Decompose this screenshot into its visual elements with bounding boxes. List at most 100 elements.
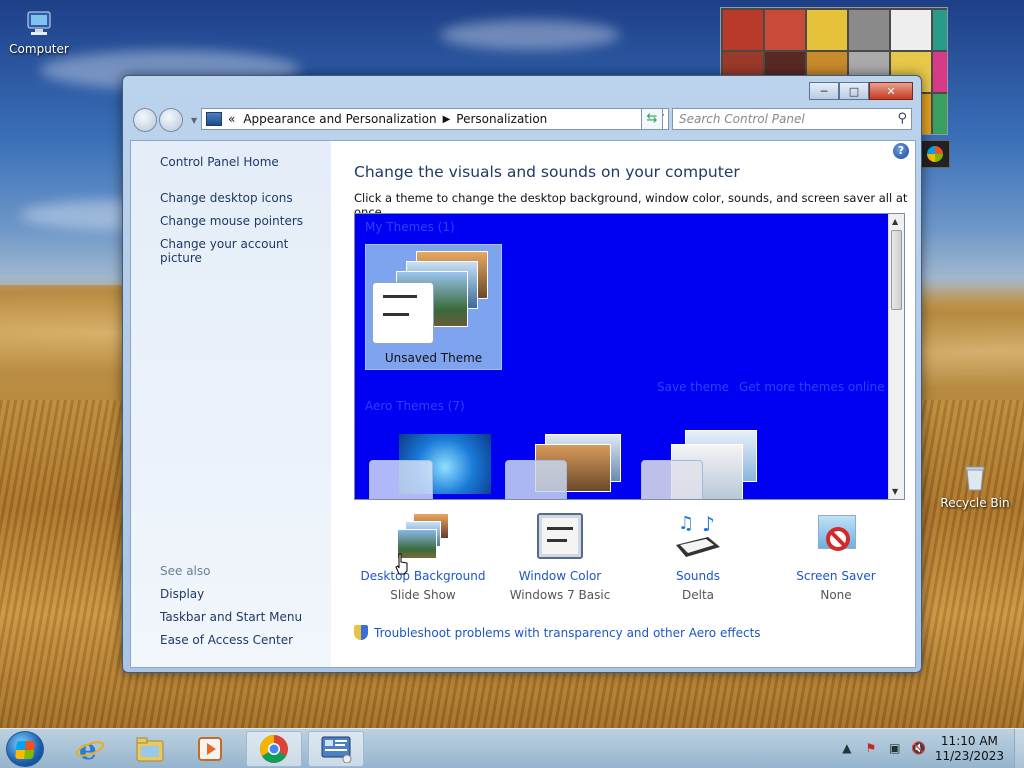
- link-control-panel-home[interactable]: Control Panel Home: [160, 155, 279, 169]
- folder-icon: [136, 737, 164, 762]
- windows-logo-icon: [927, 146, 943, 162]
- breadcrumb-appearance[interactable]: Appearance and Personalization: [243, 112, 436, 126]
- forward-button[interactable]: [159, 108, 183, 132]
- search-icon[interactable]: ⚲: [897, 111, 907, 126]
- option-window-color[interactable]: Window Color Windows 7 Basic: [491, 513, 629, 602]
- breadcrumb-chevron-icon[interactable]: ▶: [443, 114, 451, 125]
- screen-saver-icon: [810, 513, 862, 563]
- network-icon[interactable]: ▣: [887, 741, 903, 757]
- taskbar-internet-explorer[interactable]: e: [62, 731, 118, 767]
- scroll-down-icon[interactable]: ▼: [892, 487, 898, 496]
- desktop-icon-recycle-bin[interactable]: Recycle Bin: [940, 462, 1010, 510]
- taskbar-media-player[interactable]: [182, 731, 238, 767]
- option-value: Slide Show: [390, 588, 456, 602]
- link-taskbar-start-menu[interactable]: Taskbar and Start Menu: [160, 610, 302, 624]
- option-title[interactable]: Desktop Background: [354, 569, 492, 583]
- close-button[interactable]: ✕: [869, 82, 913, 100]
- recycle-bin-icon: [959, 462, 991, 494]
- action-center-icon[interactable]: ⚑: [863, 741, 879, 757]
- option-title[interactable]: Screen Saver: [767, 569, 905, 583]
- uac-shield-icon: [354, 625, 368, 640]
- option-screen-saver[interactable]: Screen Saver None: [767, 513, 905, 602]
- windows-logo-icon: [15, 741, 35, 759]
- theme-window-color-swatch: [372, 282, 434, 344]
- link-change-desktop-icons[interactable]: Change desktop icons: [160, 191, 293, 205]
- svg-text:e: e: [79, 734, 97, 764]
- swatch-bar: [383, 295, 417, 298]
- gadget-tile: [891, 10, 931, 50]
- start-button[interactable]: [6, 731, 44, 767]
- gadget-tile: [765, 10, 805, 50]
- minimize-button[interactable]: ─: [809, 82, 839, 100]
- gadget-tile: [723, 10, 763, 50]
- help-icon[interactable]: ?: [893, 143, 909, 159]
- get-more-themes-link[interactable]: Get more themes online: [739, 380, 885, 394]
- svg-text:♪: ♪: [702, 513, 715, 536]
- theme-options: Desktop Background Slide Show Window Col…: [354, 512, 905, 613]
- windows-logo-gadget[interactable]: [920, 140, 950, 168]
- window-color-icon: [534, 513, 586, 563]
- my-themes-header: My Themes (1): [365, 220, 455, 234]
- search-placeholder: Search Control Panel: [679, 112, 805, 126]
- address-bar[interactable]: « Appearance and Personalization ▶ Perso…: [201, 108, 669, 130]
- link-change-mouse-pointers[interactable]: Change mouse pointers: [160, 214, 303, 228]
- scrollbar-thumb[interactable]: [891, 230, 902, 310]
- option-value: Delta: [681, 588, 714, 602]
- troubleshoot-label[interactable]: Troubleshoot problems with transparency …: [374, 626, 761, 640]
- desktop-icon-computer[interactable]: Computer: [4, 8, 74, 56]
- themes-scrollbar[interactable]: ▲ ▼: [888, 214, 904, 499]
- page-title: Change the visuals and sounds on your co…: [354, 163, 740, 181]
- window-controls: ─ □ ✕: [809, 82, 913, 100]
- option-title[interactable]: Window Color: [491, 569, 629, 583]
- link-change-account-picture[interactable]: Change your account picture: [160, 237, 331, 265]
- taskbar-chrome[interactable]: [246, 731, 302, 767]
- clock-date: 11/23/2023: [934, 749, 1004, 763]
- personalization-window: ─ □ ✕ ▼ « Appearance and Personalization…: [122, 75, 922, 673]
- see-also-heading: See also: [160, 564, 211, 578]
- search-input[interactable]: Search Control Panel ⚲: [672, 108, 912, 130]
- option-value: None: [820, 588, 852, 602]
- system-tray: ▲ ⚑ ▣ 🔇 11:10 AM 11/23/2023: [839, 729, 1024, 768]
- option-desktop-background[interactable]: Desktop Background Slide Show: [354, 513, 492, 602]
- option-value: Windows 7 Basic: [509, 588, 611, 602]
- link-ease-of-access[interactable]: Ease of Access Center: [160, 633, 293, 647]
- theme-window-color-swatch: [369, 460, 433, 499]
- control-panel-icon: [206, 112, 222, 126]
- navigation-bar: ▼ « Appearance and Personalization ▶ Per…: [131, 106, 915, 134]
- chrome-icon: [260, 735, 288, 763]
- show-hidden-icons-icon[interactable]: ▲: [839, 741, 855, 757]
- content-area: Control Panel Home Change desktop icons …: [130, 140, 916, 668]
- maximize-button[interactable]: □: [839, 82, 869, 100]
- gadget-tile: [933, 10, 947, 50]
- save-theme-link[interactable]: Save theme: [657, 380, 729, 394]
- breadcrumb-personalization[interactable]: Personalization: [456, 112, 547, 126]
- scroll-up-icon[interactable]: ▲: [892, 217, 898, 226]
- swatch-bar: [383, 313, 409, 316]
- computer-icon: [23, 8, 55, 40]
- theme-unsaved[interactable]: Unsaved Theme: [365, 244, 502, 370]
- taskbar-windows-explorer[interactable]: [122, 731, 178, 767]
- show-desktop-button[interactable]: [1014, 729, 1024, 768]
- theme-name: Unsaved Theme: [384, 351, 483, 365]
- clock[interactable]: 11:10 AM 11/23/2023: [935, 734, 1004, 764]
- option-title[interactable]: Sounds: [629, 569, 767, 583]
- aero-themes-header: Aero Themes (7): [365, 399, 465, 413]
- back-button[interactable]: [133, 108, 157, 132]
- taskbar-control-panel[interactable]: [308, 731, 364, 767]
- hand-cursor-icon: [395, 553, 409, 575]
- volume-muted-icon[interactable]: 🔇: [911, 741, 927, 757]
- refresh-button[interactable]: ⇆: [641, 108, 663, 130]
- taskbar: e ▲ ⚑ ▣ 🔇 11:10 AM 11/23/2023: [0, 728, 1024, 768]
- option-sounds[interactable]: ♫ ♪ Sounds Delta: [629, 512, 767, 602]
- sounds-icon: ♫ ♪: [672, 512, 724, 563]
- link-display[interactable]: Display: [160, 587, 204, 601]
- gadget-tile: [807, 10, 847, 50]
- recent-pages-dropdown[interactable]: ▼: [191, 116, 197, 125]
- troubleshoot-link[interactable]: Troubleshoot problems with transparency …: [354, 625, 761, 640]
- svg-text:♫: ♫: [678, 513, 694, 534]
- gadget-tile: [933, 52, 947, 92]
- address-overflow[interactable]: «: [228, 112, 235, 126]
- gadget-tile: [849, 10, 889, 50]
- themes-list[interactable]: My Themes (1) Unsaved Theme Save theme G…: [354, 213, 905, 500]
- cloud: [440, 20, 620, 50]
